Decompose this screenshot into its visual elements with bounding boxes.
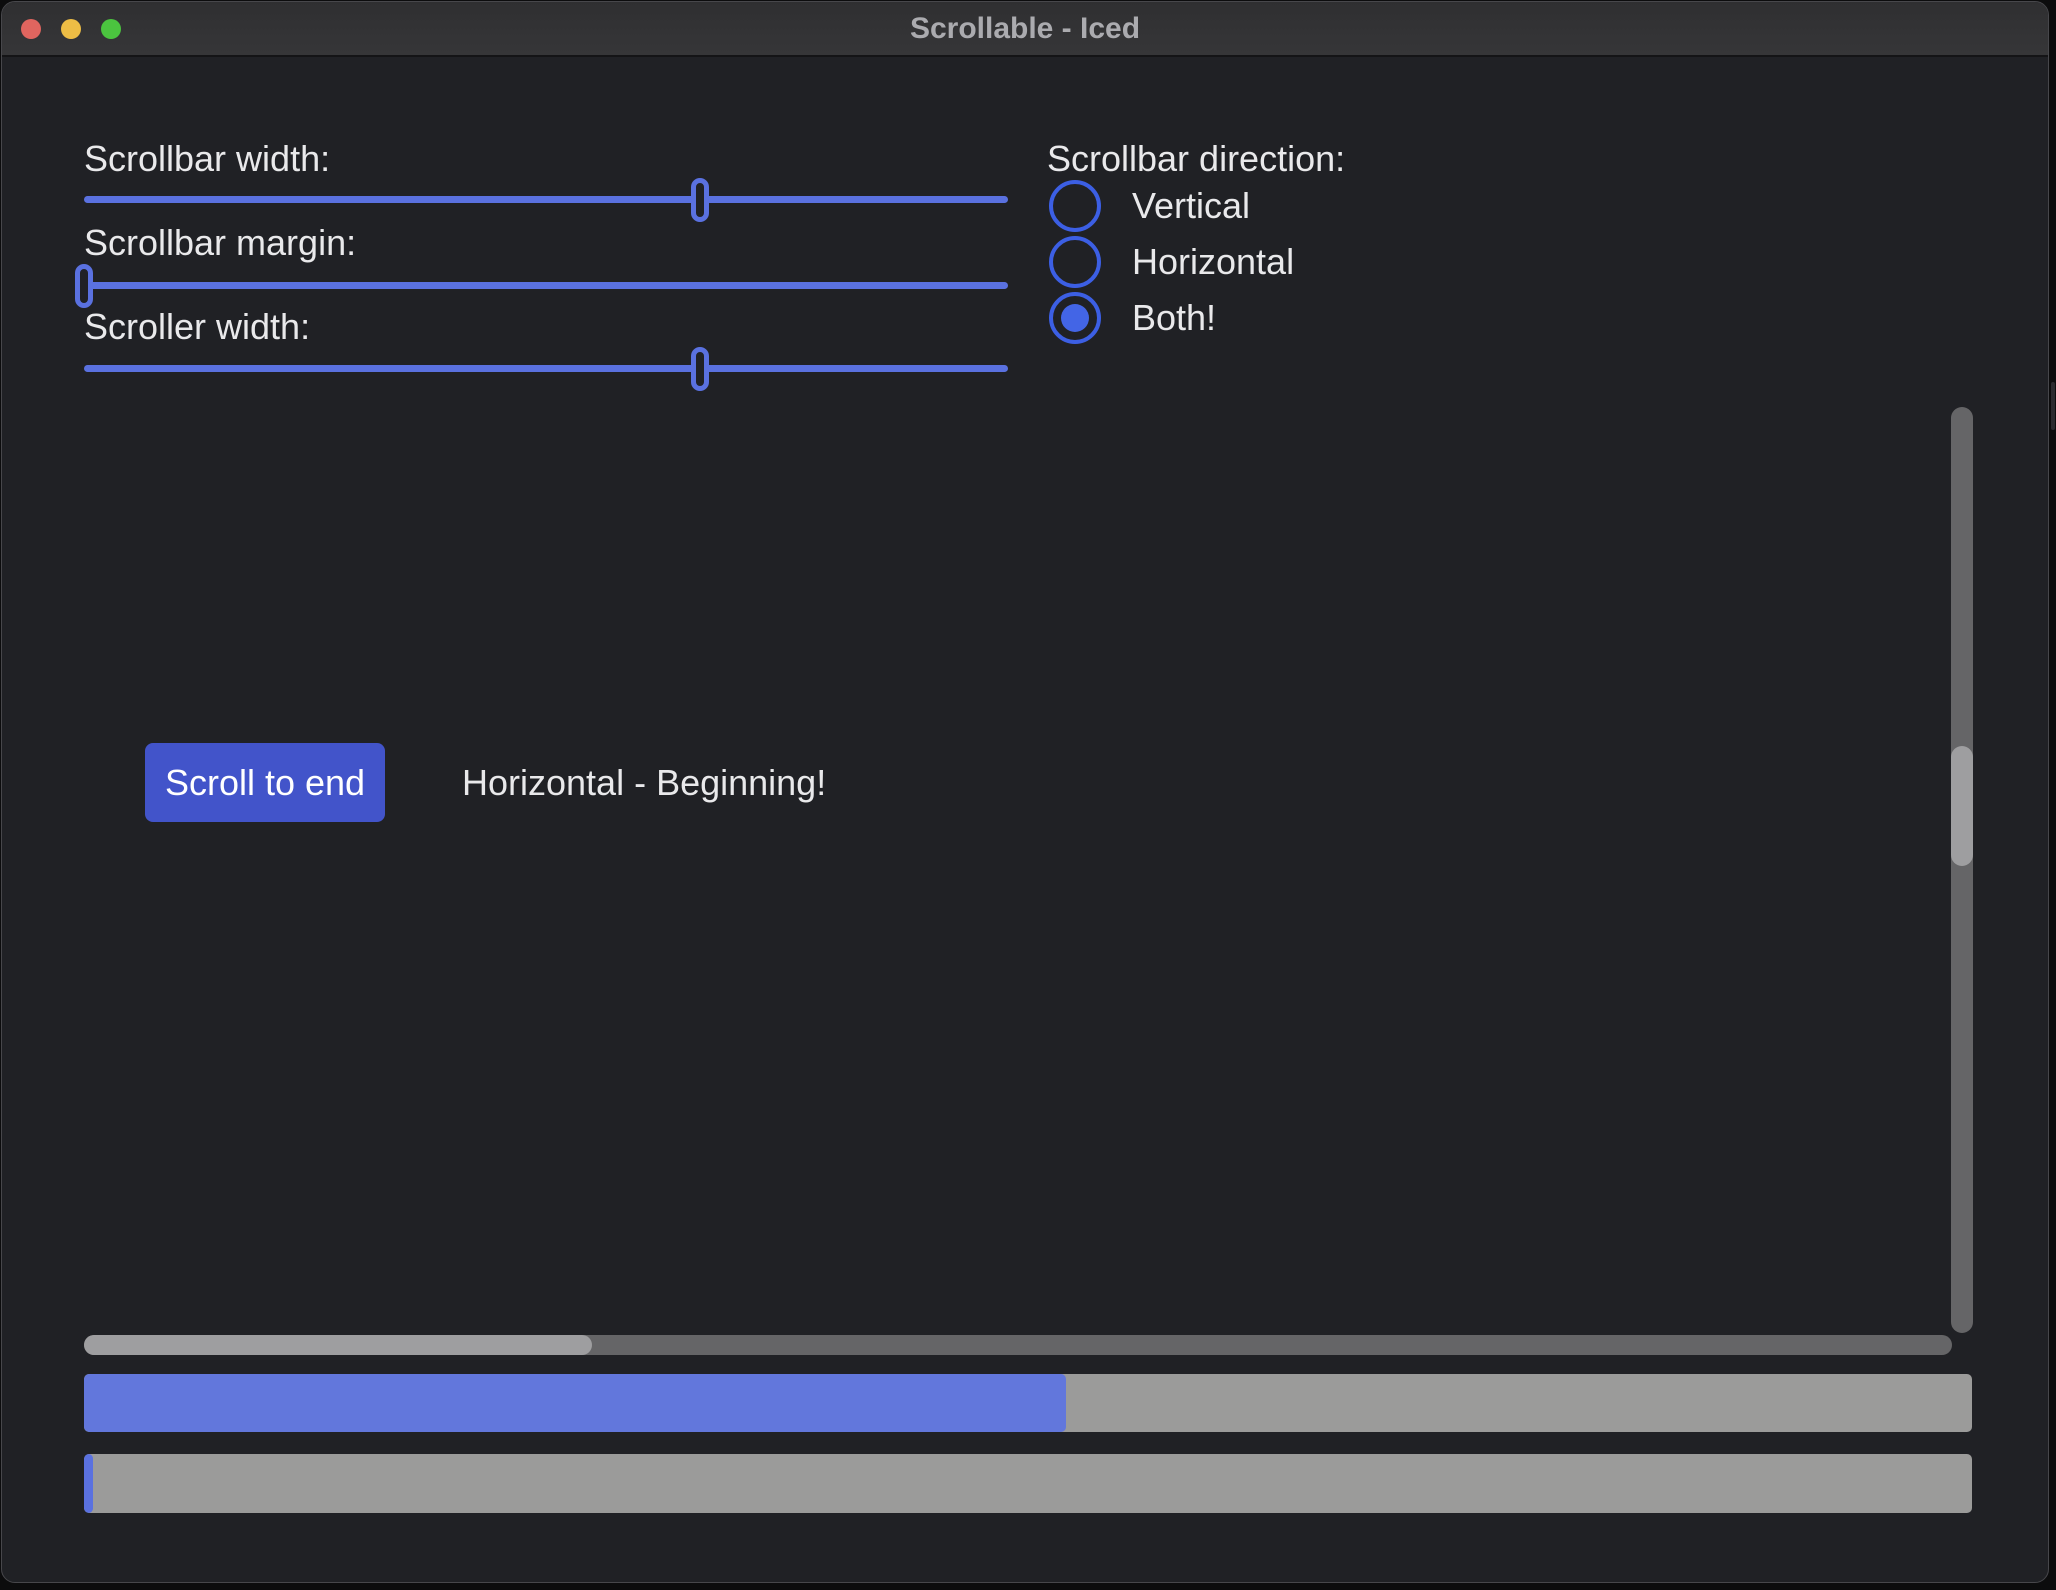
outer-edge-scrollbar-notch [2051,382,2055,430]
radio-vertical-label[interactable]: Vertical [1132,180,1250,232]
horizontal-progress-bar [84,1374,1972,1432]
progress-fill [84,1374,1066,1432]
scrollbar-width-label: Scrollbar width: [84,138,330,180]
horizontal-scrollbar-thumb[interactable] [84,1335,592,1355]
titlebar: Scrollable - Iced [2,2,2048,57]
radio-vertical[interactable] [1049,180,1101,232]
radio-dot [1061,304,1089,332]
scroll-to-end-button[interactable]: Scroll to end [145,743,385,822]
scroller-width-label: Scroller width: [84,306,310,348]
radio-both[interactable] [1049,292,1101,344]
slider-rail[interactable] [84,282,1008,289]
slider-handle[interactable] [691,347,709,391]
scrollbar-margin-label: Scrollbar margin: [84,222,356,264]
horizontal-scrollbar-track[interactable] [84,1335,1952,1355]
vertical-progress-bar [84,1454,1972,1513]
maximize-button[interactable] [101,19,121,39]
window-title: Scrollable - Iced [2,2,2048,55]
traffic-lights [21,2,121,55]
radio-both-label[interactable]: Both! [1132,292,1216,344]
scrollbar-width-slider[interactable] [84,178,1008,222]
scrollbar-direction-label: Scrollbar direction: [1047,138,1345,180]
vertical-scrollbar-track[interactable] [1951,407,1973,1333]
vertical-scrollbar-thumb[interactable] [1951,746,1973,866]
radio-horizontal-label[interactable]: Horizontal [1132,236,1294,288]
close-button[interactable] [21,19,41,39]
slider-handle[interactable] [75,264,93,308]
scrollbar-margin-slider[interactable] [84,264,1008,308]
slider-rail[interactable] [84,365,1008,372]
scroller-width-slider[interactable] [84,347,1008,391]
slider-handle[interactable] [691,178,709,222]
radio-horizontal[interactable] [1049,236,1101,288]
scroll-status-text: Horizontal - Beginning! [462,743,826,822]
slider-rail[interactable] [84,196,1008,203]
app-window: Scrollable - Iced Scrollbar width: Scrol… [1,1,2049,1583]
progress-fill [84,1454,93,1513]
minimize-button[interactable] [61,19,81,39]
